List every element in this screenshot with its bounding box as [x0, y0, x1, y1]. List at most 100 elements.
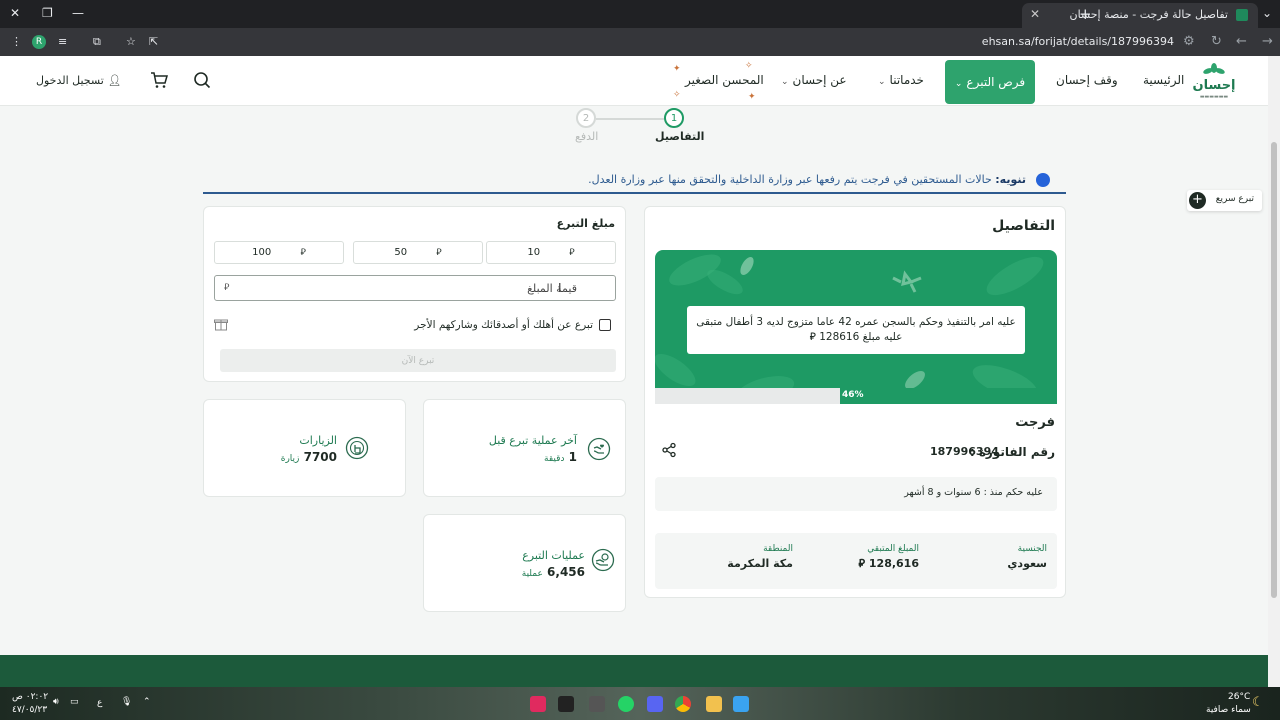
- kite-decoration-icon: ✦: [673, 64, 681, 74]
- install-app-icon[interactable]: ⇱: [149, 35, 158, 48]
- case-category: فرجت: [1015, 415, 1055, 430]
- invoice-number: 187996394: [930, 445, 999, 458]
- new-tab-plus-icon[interactable]: +: [1079, 5, 1092, 23]
- quick-donate-button[interactable]: + تبرع سريع: [1187, 190, 1262, 211]
- discord-icon[interactable]: [647, 696, 663, 712]
- app-icon[interactable]: [530, 696, 546, 712]
- fact-remaining-amount: المبلغ المتبقي 128,616 ⃁: [859, 544, 920, 571]
- show-hidden-icons-chevron-icon[interactable]: ⌃: [143, 697, 151, 707]
- region-label: المنطقة: [763, 544, 793, 554]
- page-scrollbar[interactable]: [1268, 56, 1280, 687]
- nationality-value: سعودي: [1007, 557, 1047, 570]
- last-donation-unit: دقيقة: [544, 454, 565, 464]
- forward-icon[interactable]: →: [1262, 34, 1273, 49]
- weather-temperature[interactable]: 26°C: [1228, 692, 1250, 702]
- chevron-down-icon: ⌄: [878, 77, 886, 87]
- cart-icon[interactable]: [149, 70, 169, 90]
- star-bookmark-icon[interactable]: ☆: [126, 35, 136, 48]
- clock-time[interactable]: ٠٢:٠٢ ص: [12, 692, 48, 702]
- visits-unit: زيارة: [280, 454, 300, 464]
- site-settings-icon[interactable]: ⚙: [1183, 34, 1195, 49]
- info-dot-icon: [1036, 173, 1050, 187]
- preset-10-button[interactable]: 10 ⃁: [486, 241, 616, 264]
- progress-percent: 46%: [842, 390, 864, 400]
- nav-home[interactable]: الرئيسية: [1143, 73, 1184, 87]
- nav-services[interactable]: خدماتنا⌄: [878, 73, 924, 87]
- ehsan-logo[interactable]: إحسان ▬▬▬▬▬▬: [1192, 62, 1236, 102]
- sentence-info: عليه حكم منذ : 6 سنوات و 8 أشهر: [655, 477, 1057, 511]
- reload-icon[interactable]: ↻: [1211, 34, 1222, 49]
- gift-donation-label: تبرع عن أهلك أو أصدقائك وشاركهم الأجر: [414, 319, 593, 331]
- riyal-icon: ⃁: [436, 248, 442, 258]
- step-1-circle: 1: [664, 108, 684, 128]
- preset-100-label: 100: [252, 247, 272, 258]
- search-icon[interactable]: [192, 70, 212, 90]
- app-icon[interactable]: [558, 696, 574, 712]
- notice-bar: تنويه: حالات المستحقين في فرجت يتم رفعها…: [203, 166, 1066, 194]
- tab-list-chevron-icon[interactable]: ⌄: [1262, 6, 1272, 20]
- nav-about-label: عن إحسان: [792, 73, 847, 87]
- browser-tab-strip: ⌄ تفاصيل حالة فرجت - منصة إحسان ✕ + ✕ ❐ …: [0, 0, 1280, 28]
- file-explorer-icon[interactable]: [706, 696, 722, 712]
- notice-label: تنويه:: [995, 173, 1026, 186]
- riyal-icon: ⃁: [858, 557, 866, 570]
- nav-little-donor[interactable]: المحسن الصغير: [685, 73, 764, 87]
- site-header: إحسان ▬▬▬▬▬▬ الرئيسية وقف إحسان فرص التب…: [0, 56, 1268, 106]
- quick-donate-label: تبرع سريع: [1215, 194, 1254, 204]
- chrome-icon[interactable]: [675, 696, 691, 712]
- gift-donation-checkbox[interactable]: [599, 319, 611, 331]
- amount-input[interactable]: [214, 275, 616, 301]
- remaining-number: 128,616: [868, 557, 919, 570]
- preset-100-button[interactable]: 100 ⃁: [214, 241, 344, 264]
- share-icon[interactable]: [661, 442, 677, 458]
- donations-unit: عملية: [521, 569, 543, 579]
- login-link[interactable]: 👤︎تسجيل الدخول: [36, 74, 122, 87]
- notice-text: تنويه: حالات المستحقين في فرجت يتم رفعها…: [588, 173, 1026, 186]
- close-tab-icon[interactable]: ✕: [1030, 7, 1040, 21]
- app-icon[interactable]: [589, 696, 605, 712]
- browser-tab[interactable]: تفاصيل حالة فرجت - منصة إحسان ✕: [1022, 3, 1258, 28]
- scrollbar-thumb[interactable]: [1271, 142, 1277, 598]
- nav-donation-opportunities[interactable]: فرص التبرع⌄: [945, 60, 1035, 104]
- donate-now-button[interactable]: تبرع الآن: [220, 349, 616, 372]
- network-icon[interactable]: ▭: [70, 697, 79, 707]
- plus-circle-icon: +: [1189, 192, 1206, 209]
- nav-about[interactable]: عن إحسان⌄: [781, 73, 847, 87]
- whatsapp-icon[interactable]: [618, 696, 634, 712]
- donations-number: 6,456: [547, 565, 585, 579]
- remaining-label: المبلغ المتبقي: [867, 544, 919, 554]
- volume-icon[interactable]: 🔊︎: [53, 697, 59, 707]
- last-donation-value: 1 دقيقة: [540, 450, 577, 464]
- last-donation-card: آخر عملية تبرع قبل 1 دقيقة: [423, 399, 626, 497]
- fact-nationality: الجنسية سعودي: [1007, 544, 1047, 570]
- chevron-down-icon: ⌄: [781, 77, 789, 87]
- menu-dots-icon[interactable]: ⋮: [11, 35, 22, 48]
- stepper-line: [596, 118, 664, 120]
- windows-start-icon[interactable]: [733, 696, 749, 712]
- url-text[interactable]: ehsan.sa/forijat/details/187996394: [982, 35, 1174, 48]
- preset-50-button[interactable]: 50 ⃁: [353, 241, 483, 264]
- site-favicon-icon: [1236, 9, 1248, 21]
- microphone-icon[interactable]: 🎙︎: [121, 697, 132, 707]
- region-value: مكة المكرمة: [727, 557, 793, 570]
- back-icon[interactable]: ←: [1236, 34, 1247, 49]
- hand-heart-icon: [587, 437, 611, 461]
- profile-avatar[interactable]: R: [32, 35, 46, 49]
- nav-waqf[interactable]: وقف إحسان: [1056, 73, 1118, 87]
- details-title: التفاصيل: [992, 218, 1055, 234]
- extensions-icon[interactable]: ⧉: [93, 35, 101, 49]
- media-icon[interactable]: ≡: [58, 35, 67, 48]
- language-indicator[interactable]: ع: [97, 698, 102, 708]
- gift-icon: [214, 319, 228, 331]
- kite-decoration-icon: ✧: [745, 61, 753, 71]
- preset-10-label: 10: [527, 247, 541, 258]
- visits-card: الزيارات 7700 زيارة: [203, 399, 406, 497]
- clock-date[interactable]: ٤٧/٠٥/٢٣: [12, 705, 47, 715]
- logo-leaf-icon: [1203, 63, 1225, 74]
- sentence-duration: عليه حكم منذ : 6 سنوات و 8 أشهر: [904, 487, 1043, 498]
- close-window-icon[interactable]: ✕: [10, 6, 20, 20]
- minimize-window-icon[interactable]: —: [72, 6, 84, 20]
- last-donation-number: 1: [568, 450, 577, 464]
- maximize-window-icon[interactable]: ❐: [42, 6, 53, 20]
- weather-condition[interactable]: سماء صافية: [1206, 705, 1251, 715]
